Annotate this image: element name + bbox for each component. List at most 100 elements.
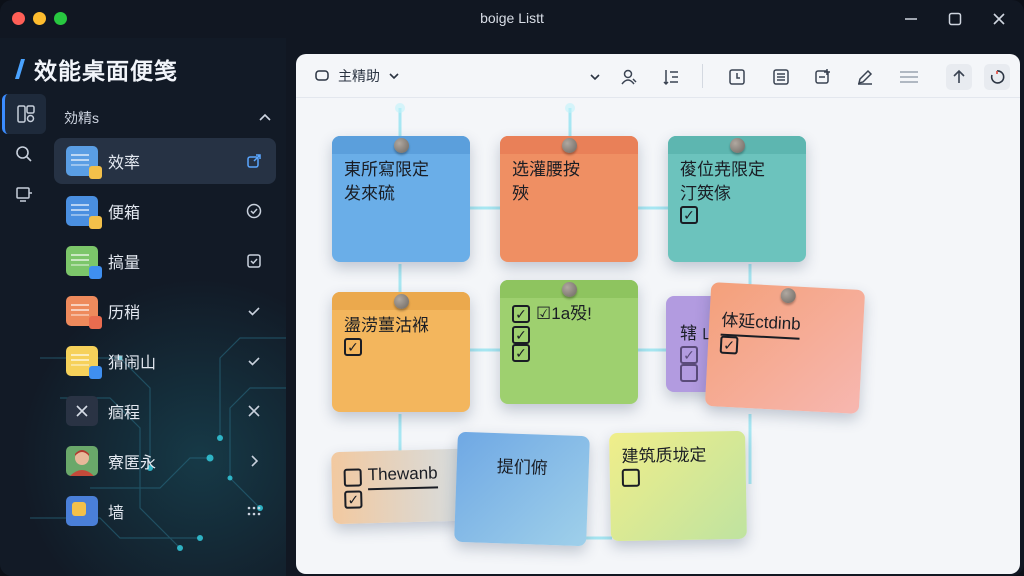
checkbox-checked[interactable]: ✓: [512, 305, 530, 323]
list-item-label: 寮匿永: [108, 455, 157, 472]
sync-button[interactable]: [984, 64, 1010, 90]
sticky-note[interactable]: 体延ctdinb ✓: [704, 282, 866, 414]
list-item-label: 痼程: [108, 405, 141, 422]
list-view-button[interactable]: [768, 64, 794, 90]
note-text: 建筑质垅定: [621, 445, 707, 466]
sort-button[interactable]: [658, 64, 684, 90]
board-add-icon: [815, 69, 830, 84]
list-icon: [773, 69, 789, 85]
refresh-icon: [990, 70, 1005, 84]
list-item[interactable]: 历稍: [54, 288, 276, 334]
chevron-down-icon: [590, 74, 600, 81]
note-line: ✓: [680, 206, 794, 224]
checkbox-empty[interactable]: [343, 467, 362, 487]
pin-icon: [730, 138, 745, 153]
blue-note-icon: [66, 146, 102, 179]
check-icon[interactable]: [244, 351, 264, 371]
checkbox-checked[interactable]: ✓: [680, 206, 698, 224]
sticky-note[interactable]: 東所寫限定 发來硫: [332, 136, 470, 262]
search-icon: [16, 146, 32, 162]
avatar-icon: [66, 446, 98, 476]
list-item[interactable]: 墙: [54, 488, 276, 534]
checkbox-checked[interactable]: ✓: [719, 335, 739, 355]
note-text: 提们俯: [496, 457, 549, 478]
workspace-label: 主精助: [338, 68, 380, 84]
checkbox-empty[interactable]: [621, 468, 641, 487]
list-item[interactable]: 寮匿永: [54, 438, 276, 484]
checkbox-checked[interactable]: ✓: [512, 326, 530, 344]
new-note-button[interactable]: [724, 64, 750, 90]
minimize-icon: [905, 18, 917, 20]
sticky-note[interactable]: ✓ ☑1a殁! ✓ ✓: [500, 280, 638, 404]
board-icon: [16, 187, 32, 202]
group-header[interactable]: 効精s: [64, 108, 272, 128]
sticky-note[interactable]: 建筑质垅定: [609, 430, 747, 542]
sticky-note[interactable]: 葰位尭限定 汀筴傢 ✓: [668, 136, 806, 262]
grip-icon[interactable]: [244, 501, 264, 521]
sticky-note[interactable]: 选灌腰按 殎: [500, 136, 638, 262]
close-button[interactable]: [988, 8, 1010, 30]
brand: 效能桌面便笺: [14, 52, 178, 86]
list-item[interactable]: 便箱: [54, 188, 276, 234]
note-text: 盪涝薑沽褓: [344, 316, 429, 335]
sidebar: 效能桌面便笺 効精s 效率 便箱 搞量 历稍 猜闹山 痼程 寮匿永 墙: [0, 38, 286, 576]
maximize-button[interactable]: [944, 8, 966, 30]
note-line: [621, 467, 734, 487]
list-item[interactable]: 痼程: [54, 388, 276, 434]
yellow-note-icon: [66, 346, 102, 379]
group-title: 効精s: [64, 110, 99, 126]
list-item[interactable]: 效率: [54, 138, 276, 184]
pin-icon: [562, 282, 577, 297]
title-bar: boige Listt: [0, 0, 1024, 38]
pin-icon: [562, 138, 577, 153]
workspace-dropdown[interactable]: 主精助: [314, 66, 400, 86]
close-icon[interactable]: [244, 401, 264, 421]
note-line: 葰位尭限定: [680, 158, 794, 182]
arrow-up-icon: [953, 69, 965, 83]
note-text: 发來硫: [344, 184, 395, 203]
list-item[interactable]: 搞量: [54, 238, 276, 284]
green-note-icon: [66, 246, 102, 279]
checkbox-checked[interactable]: ✓: [512, 344, 530, 362]
upload-button[interactable]: [946, 64, 972, 90]
pin-icon: [394, 138, 409, 153]
share-icon[interactable]: [244, 151, 264, 171]
toolbar-divider: [702, 64, 703, 88]
note-text: 选灌腰按: [512, 160, 580, 179]
pin-icon: [780, 287, 797, 304]
checkbox-checked[interactable]: ✓: [680, 346, 698, 364]
hamburger-icon: [900, 71, 918, 83]
list-item[interactable]: 猜闹山: [54, 338, 276, 384]
filter-dropdown-button[interactable]: [582, 64, 608, 90]
note-list: 效率 便箱 搞量 历稍 猜闹山 痼程 寮匿永 墙: [54, 138, 276, 538]
blue-note-icon: [66, 196, 102, 229]
window-title: boige Listt: [480, 10, 544, 26]
checkbox-checked[interactable]: ✓: [344, 490, 363, 509]
sticky-note[interactable]: 提们俯: [454, 431, 590, 547]
note-line: 提们俯: [496, 455, 577, 482]
check-circle-icon[interactable]: [244, 201, 264, 221]
menu-button[interactable]: [896, 64, 922, 90]
puzzle-icon: [66, 496, 98, 526]
rail-board-button[interactable]: [2, 174, 46, 214]
orange-note-icon: [66, 296, 102, 329]
notes-grid-icon: [16, 105, 35, 123]
edit-button[interactable]: [852, 64, 878, 90]
note-line: 发來硫: [344, 182, 458, 206]
check-square-icon[interactable]: [244, 251, 264, 271]
add-board-button[interactable]: [810, 64, 836, 90]
list-item-label: 便箱: [108, 205, 141, 222]
note-line: 盪涝薑沽褓: [344, 314, 458, 338]
rail-search-button[interactable]: [2, 134, 46, 174]
check-icon[interactable]: [244, 301, 264, 321]
checkbox-empty[interactable]: [680, 364, 698, 382]
chevron-right-icon[interactable]: [244, 451, 264, 471]
note-text: Thewanb: [367, 461, 439, 491]
minimize-button[interactable]: [900, 8, 922, 30]
checkbox-checked[interactable]: ✓: [344, 338, 362, 356]
note-line: 東所寫限定: [344, 158, 458, 182]
sticky-note[interactable]: 盪涝薑沽褓 ✓: [332, 292, 470, 412]
user-button[interactable]: [616, 64, 642, 90]
rail-notes-button[interactable]: [2, 94, 46, 134]
sticky-board[interactable]: 東所寫限定 发來硫 选灌腰按 殎 葰位尭限定 汀筴傢 ✓ 盪涝薑沽褓 ✓ ✓ ☑…: [296, 98, 1020, 574]
